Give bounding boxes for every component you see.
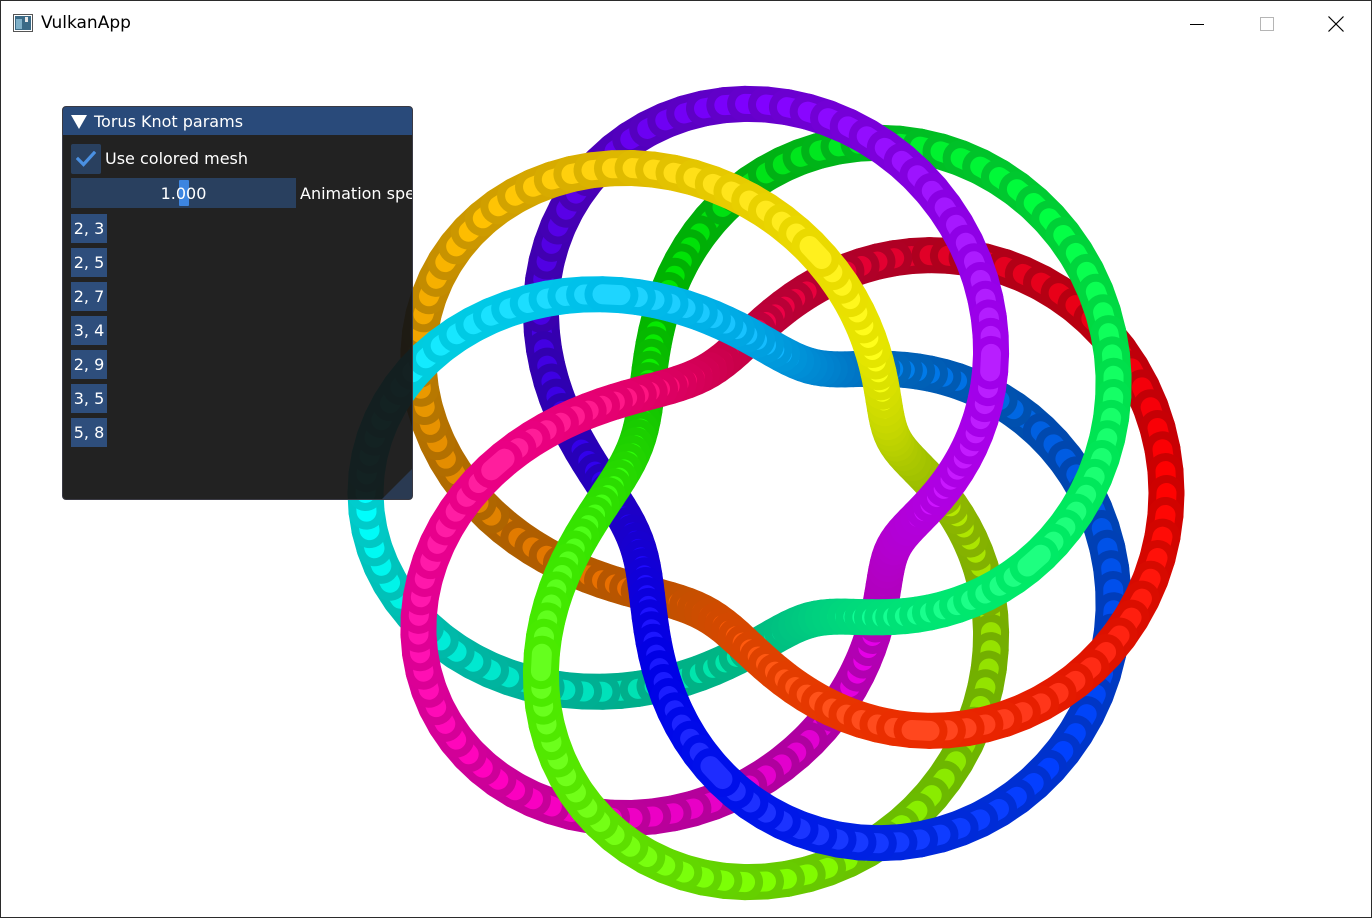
close-button[interactable] [1301,1,1371,46]
close-icon [1328,15,1344,32]
knot-tube-highlight [901,719,940,741]
knot-button-2-5[interactable]: 2, 5 [71,248,107,277]
slider-value: 1.000 [160,184,207,203]
panel-title-bar[interactable]: Torus Knot params [63,107,412,135]
knot-tube-highlight [980,343,1002,382]
knot-button-3-4[interactable]: 3, 4 [71,316,107,345]
animation-speed-slider[interactable]: 1.000 [71,178,296,208]
app-window: VulkanApp Torus Knot params Use colored … [0,0,1372,918]
resize-grip-icon[interactable] [382,469,412,499]
use-colored-mesh-checkbox[interactable] [71,144,101,174]
knot-button-2-3[interactable]: 2, 3 [71,214,107,243]
checkmark-icon [76,151,96,167]
knot-tube-highlight [592,284,631,306]
maximize-button[interactable] [1232,1,1302,46]
knot-button-3-5[interactable]: 3, 5 [71,384,107,413]
panel-title: Torus Knot params [94,112,244,131]
title-bar[interactable]: VulkanApp [1,1,1371,46]
knot-tube-highlight [530,643,552,682]
collapse-triangle-icon[interactable] [71,115,87,129]
animation-speed-label: Animation speed [300,184,412,203]
app-icon [13,14,33,32]
knot-tube-highlight [1017,544,1051,577]
torus-knot-params-panel[interactable]: Torus Knot params Use colored mesh 1.000… [62,106,413,500]
knot-tube-highlight [700,756,733,790]
window-title: VulkanApp [41,13,131,33]
knot-button-2-9[interactable]: 2, 9 [71,350,107,379]
knot-button-5-8[interactable]: 5, 8 [71,418,107,447]
use-colored-mesh-label: Use colored mesh [105,149,249,168]
minimize-icon [1190,23,1204,25]
minimize-button[interactable] [1162,1,1232,46]
knot-tube-highlight [799,236,832,269]
knot-button-2-7[interactable]: 2, 7 [71,282,107,311]
maximize-icon [1260,16,1274,31]
knot-tube-highlight [481,448,515,481]
